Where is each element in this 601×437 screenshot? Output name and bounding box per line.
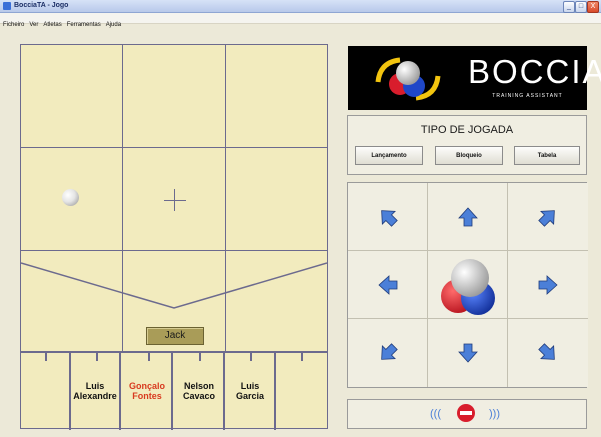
cross-mark — [164, 200, 186, 201]
minimize-button[interactable]: _ — [563, 1, 575, 13]
white-ball-icon[interactable] — [62, 189, 79, 206]
arrow-down-left-icon — [381, 343, 398, 360]
stop-icon[interactable] — [457, 404, 475, 422]
boccia-logo: BOCCIA TRAINING ASSISTANT — [348, 46, 601, 110]
throwing-box[interactable]: Luis Alexandre — [71, 352, 121, 430]
direction-up-button[interactable] — [428, 183, 508, 251]
throwing-box[interactable]: Gonçalo Fontes — [123, 352, 173, 430]
athlete-name: Gonçalo Fontes — [123, 381, 171, 401]
arrow-up-icon — [458, 207, 478, 227]
direction-down-button[interactable] — [428, 319, 508, 387]
athlete-name: Luis Alexandre — [71, 381, 119, 401]
athlete-first-name: Luis — [240, 381, 260, 391]
box-tick — [96, 352, 98, 361]
arrow-right-icon — [538, 275, 558, 295]
close-button[interactable]: X — [587, 1, 599, 13]
box-tick — [148, 352, 150, 361]
athlete-first-name: Nelson — [183, 381, 214, 391]
app-icon — [3, 2, 11, 10]
menu-ferramentas[interactable]: Ferramentas — [67, 22, 101, 28]
menu-ficheiro[interactable]: Ficheiro — [3, 22, 24, 28]
menu-atletas[interactable]: Atletas — [43, 22, 61, 28]
athlete-last-name: Garcia — [235, 391, 265, 401]
athlete-first-name: Gonçalo — [128, 381, 165, 391]
logo-subtitle: TRAINING ASSISTANT — [492, 93, 563, 99]
arrow-left-icon — [378, 275, 398, 295]
arrow-up-right-icon — [538, 210, 555, 227]
athlete-first-name: Luis — [85, 381, 105, 391]
direction-right-button[interactable] — [508, 251, 588, 319]
direction-pad — [347, 182, 588, 388]
box-tick — [199, 352, 201, 361]
athlete-name: Luis Garcia — [226, 381, 274, 401]
arrow-down-icon — [458, 343, 478, 363]
boccia-balls-logo-icon — [375, 57, 441, 101]
logo-word: BOCCIA — [468, 53, 601, 90]
direction-left-button[interactable] — [348, 251, 428, 319]
throwing-box[interactable] — [276, 352, 326, 430]
menu-ver[interactable]: Ver — [29, 22, 38, 28]
jack-button[interactable]: Jack — [146, 327, 204, 345]
athlete-name — [21, 381, 69, 391]
block-button[interactable]: Bloqueio — [435, 146, 503, 165]
box-tick — [301, 352, 303, 361]
direction-up-right-button[interactable] — [508, 183, 588, 251]
direction-up-left-button[interactable] — [348, 183, 428, 251]
signal-right-icon: ))) — [489, 408, 500, 420]
box-tick — [250, 352, 252, 361]
launch-button[interactable]: Lançamento — [355, 146, 423, 165]
menu-ajuda[interactable]: Ajuda — [106, 22, 121, 28]
signal-left-icon: ((( — [430, 408, 441, 420]
athlete-name — [276, 381, 326, 391]
arrow-down-right-icon — [538, 343, 555, 360]
box-tick — [45, 352, 47, 361]
title-bar: BocciaTA - Jogo _ □ X — [0, 0, 601, 13]
direction-down-left-button[interactable] — [348, 319, 428, 387]
throwing-box[interactable] — [21, 352, 71, 430]
throwing-box[interactable]: Luis Garcia — [226, 352, 276, 430]
bank-button[interactable]: Tabela — [514, 146, 580, 165]
athlete-last-name: Alexandre — [73, 391, 117, 401]
athlete-last-name: Cavaco — [182, 391, 216, 401]
direction-down-right-button[interactable] — [508, 319, 588, 387]
play-type-heading: TIPO DE JOGADA — [420, 124, 514, 136]
arrow-up-left-icon — [381, 210, 398, 227]
window-title: BocciaTA - Jogo — [14, 2, 69, 9]
balls-icon — [441, 259, 495, 315]
status-bar: ((( ))) — [347, 399, 587, 429]
play-type-panel: TIPO DE JOGADA Lançamento Bloqueio Tabel… — [347, 115, 587, 175]
menu-bar: Ficheiro Ver Atletas Ferramentas Ajuda — [0, 13, 601, 28]
balls-center[interactable] — [428, 251, 508, 319]
cross-mark — [174, 189, 175, 211]
maximize-button[interactable]: □ — [575, 1, 587, 13]
athlete-name: Nelson Cavaco — [175, 381, 223, 401]
athlete-last-name: Fontes — [132, 391, 162, 401]
throwing-box[interactable]: Nelson Cavaco — [175, 352, 225, 430]
